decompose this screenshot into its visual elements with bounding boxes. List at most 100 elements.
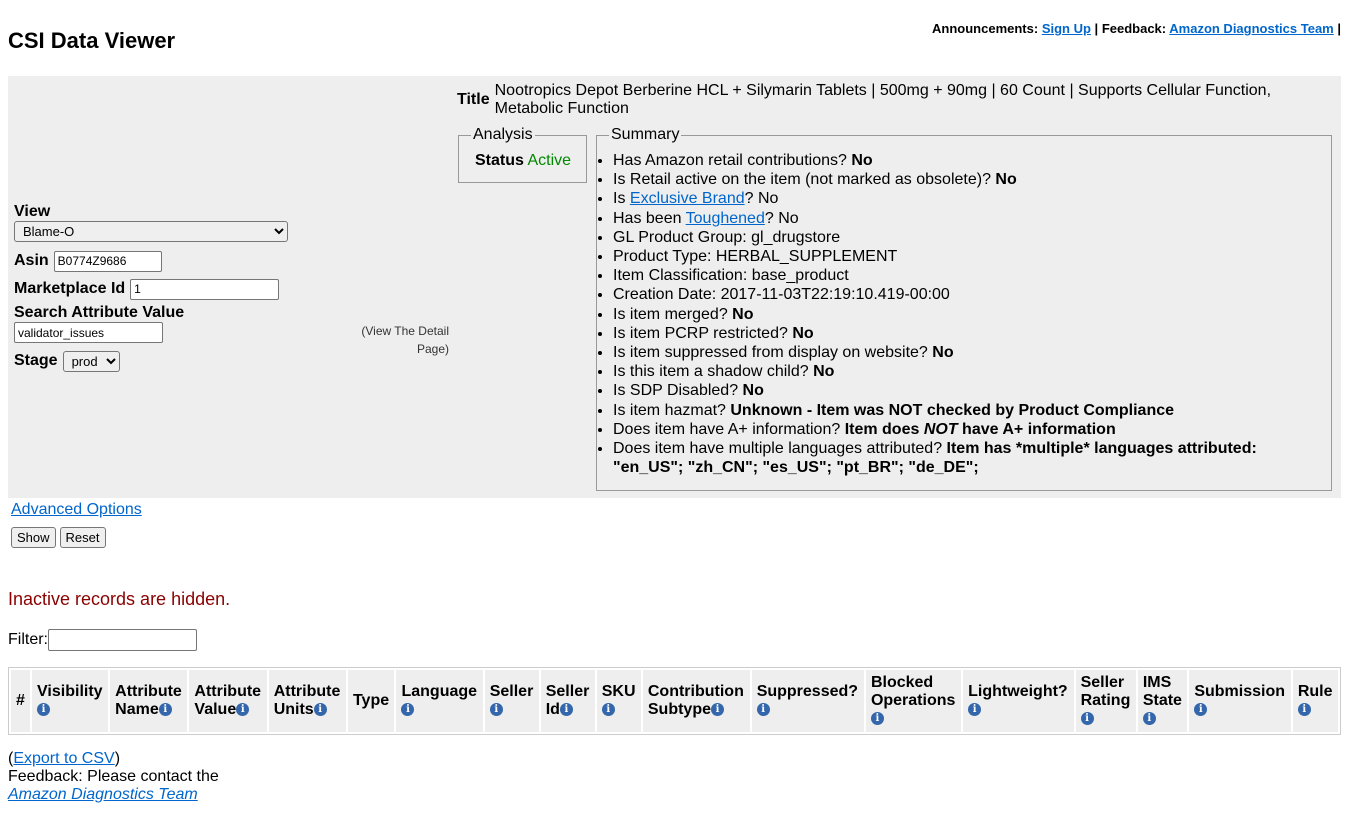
- column-header[interactable]: SKU i: [596, 670, 641, 732]
- info-icon[interactable]: i: [1080, 712, 1094, 726]
- summary-item-link[interactable]: Exclusive Brand: [630, 190, 745, 207]
- diagnostics-team-link[interactable]: Amazon Diagnostics Team: [1169, 21, 1333, 36]
- column-header[interactable]: #: [11, 670, 31, 732]
- summary-item-text: Does item have A+ information?: [613, 420, 845, 438]
- info-icon[interactable]: i: [559, 703, 573, 717]
- summary-item: Is this item a shadow child? No: [613, 362, 1331, 381]
- summary-item: Is Retail active on the item (not marked…: [613, 170, 1331, 189]
- column-header[interactable]: Seller i: [484, 670, 539, 732]
- asin-input[interactable]: [53, 250, 162, 272]
- column-header[interactable]: Blocked Operations i: [865, 670, 962, 732]
- column-header[interactable]: Type: [347, 670, 395, 732]
- summary-item-value: No: [742, 382, 764, 400]
- info-icon[interactable]: i: [601, 703, 615, 717]
- footer-feedback-text: Feedback: Please contact the: [8, 768, 219, 785]
- main-panel: View Blame-O Asin Marketplace Id Search …: [8, 76, 1341, 498]
- column-header[interactable]: Attribute Units i: [268, 670, 346, 732]
- feedback-label: Feedback:: [1101, 21, 1167, 36]
- export-csv-link[interactable]: Export to CSV: [13, 750, 114, 767]
- column-header-label: Attribute: [115, 683, 182, 700]
- view-label: View: [14, 203, 51, 220]
- column-header-label: Name: [115, 701, 159, 718]
- column-header-label: Value: [194, 701, 237, 718]
- info-icon[interactable]: i: [489, 703, 503, 717]
- column-header[interactable]: IMS State i: [1137, 670, 1188, 732]
- view-select[interactable]: Blame-O: [14, 221, 288, 242]
- status-value: Active: [527, 152, 572, 169]
- column-header-label: Submission: [1194, 683, 1286, 700]
- header-separator: |: [1094, 21, 1099, 36]
- column-header-label: Blocked: [870, 674, 934, 691]
- info-icon[interactable]: i: [401, 703, 415, 717]
- column-header-label: Subtype: [647, 701, 711, 718]
- summary-item: Has Amazon retail contributions? No: [613, 151, 1331, 170]
- column-header-label: Attribute: [273, 683, 341, 700]
- item-title-row: Title Nootropics Depot Berberine HCL + S…: [457, 82, 1297, 118]
- info-icon[interactable]: i: [968, 703, 982, 717]
- view-detail-page-link[interactable]: (View The Detail Page): [338, 322, 449, 358]
- column-header[interactable]: Visibility i: [32, 670, 109, 732]
- summary-item: Does item have multiple languages attrib…: [613, 439, 1331, 477]
- column-header-label: Suppressed?: [756, 683, 859, 700]
- analysis-status: Status Active: [475, 152, 586, 170]
- summary-item-value: No: [932, 344, 954, 362]
- summary-item: Is item merged? No: [613, 305, 1331, 324]
- summary-box: Summary Has Amazon retail contributions?…: [596, 126, 1332, 491]
- summary-item: Is Exclusive Brand? No: [613, 189, 1331, 208]
- signup-link[interactable]: Sign Up: [1042, 21, 1091, 36]
- info-icon[interactable]: i: [1142, 712, 1156, 726]
- info-icon[interactable]: i: [711, 703, 724, 717]
- info-icon[interactable]: i: [756, 703, 770, 717]
- column-header-label: Lightweight?: [968, 683, 1068, 700]
- reset-button[interactable]: Reset: [59, 527, 106, 548]
- column-header[interactable]: Attribute Value i: [189, 670, 267, 732]
- inactive-records-notice: Inactive records are hidden.: [8, 589, 231, 609]
- table-header-row: # Visibility i Attribute Name i Attribute Value…: [11, 670, 1338, 732]
- info-icon[interactable]: i: [236, 703, 250, 717]
- footer-team-link[interactable]: Amazon Diagnostics Team: [8, 786, 198, 803]
- stage-select[interactable]: prod: [62, 350, 120, 372]
- summary-item-value: No: [792, 324, 814, 342]
- filter-input[interactable]: [48, 629, 197, 651]
- column-header[interactable]: Lightweight? i: [963, 670, 1074, 732]
- info-icon[interactable]: i: [1297, 703, 1311, 717]
- column-header-label: Units: [273, 701, 314, 718]
- summary-item-text: Is this item a shadow child?: [613, 363, 814, 381]
- column-header-label: Language: [401, 683, 478, 700]
- summary-list: Has Amazon retail contributions? NoIs Re…: [597, 151, 1331, 477]
- advanced-options-link[interactable]: Advanced Options: [11, 501, 142, 519]
- summary-item-link[interactable]: Toughened: [686, 210, 765, 227]
- column-header[interactable]: Rule i: [1292, 670, 1338, 732]
- search-attribute-input[interactable]: [14, 322, 163, 343]
- column-header[interactable]: Suppressed? i: [751, 670, 864, 732]
- summary-item: Creation Date: 2017-11-03T22:19:10.419-0…: [613, 285, 1331, 304]
- marketplace-id-input[interactable]: [130, 278, 280, 300]
- summary-item-value: have A+ information: [957, 420, 1116, 438]
- header-links: Announcements: Sign Up | Feedback: Amazo…: [932, 21, 1341, 36]
- show-button[interactable]: Show: [11, 527, 56, 548]
- info-icon[interactable]: i: [37, 703, 51, 717]
- column-header-label: Seller: [489, 683, 534, 700]
- column-header[interactable]: Seller Id i: [540, 670, 595, 732]
- item-title-value: Nootropics Depot Berberine HCL + Silymar…: [494, 82, 1272, 117]
- column-header[interactable]: Language i: [396, 670, 483, 732]
- info-icon[interactable]: i: [1194, 703, 1208, 717]
- summary-item-text: Is Retail active on the item (not marked…: [613, 171, 996, 189]
- column-header[interactable]: Contribution Subtype i: [642, 670, 750, 732]
- footer: (Export to CSV) Feedback: Please contact…: [8, 750, 219, 804]
- column-header[interactable]: Attribute Name i: [110, 670, 188, 732]
- column-header[interactable]: Submission i: [1189, 670, 1291, 732]
- summary-item: Product Type: HERBAL_SUPPLEMENT: [613, 247, 1331, 266]
- summary-item-value: Unknown - Item was NOT checked by Produc…: [730, 401, 1175, 419]
- column-header-label: Seller: [1080, 674, 1125, 691]
- summary-item-text: GL Product Group: gl_drugstore: [613, 228, 841, 246]
- column-header-label: #: [16, 692, 25, 709]
- summary-item-text: ? No: [764, 209, 799, 227]
- analysis-legend: Analysis: [473, 126, 533, 143]
- info-icon[interactable]: i: [870, 712, 884, 726]
- info-icon[interactable]: i: [158, 703, 172, 717]
- filter-label: Filter:: [8, 631, 48, 648]
- column-header[interactable]: Seller Rating i: [1075, 670, 1136, 732]
- info-icon[interactable]: i: [313, 703, 327, 717]
- summary-legend: Summary: [611, 126, 680, 143]
